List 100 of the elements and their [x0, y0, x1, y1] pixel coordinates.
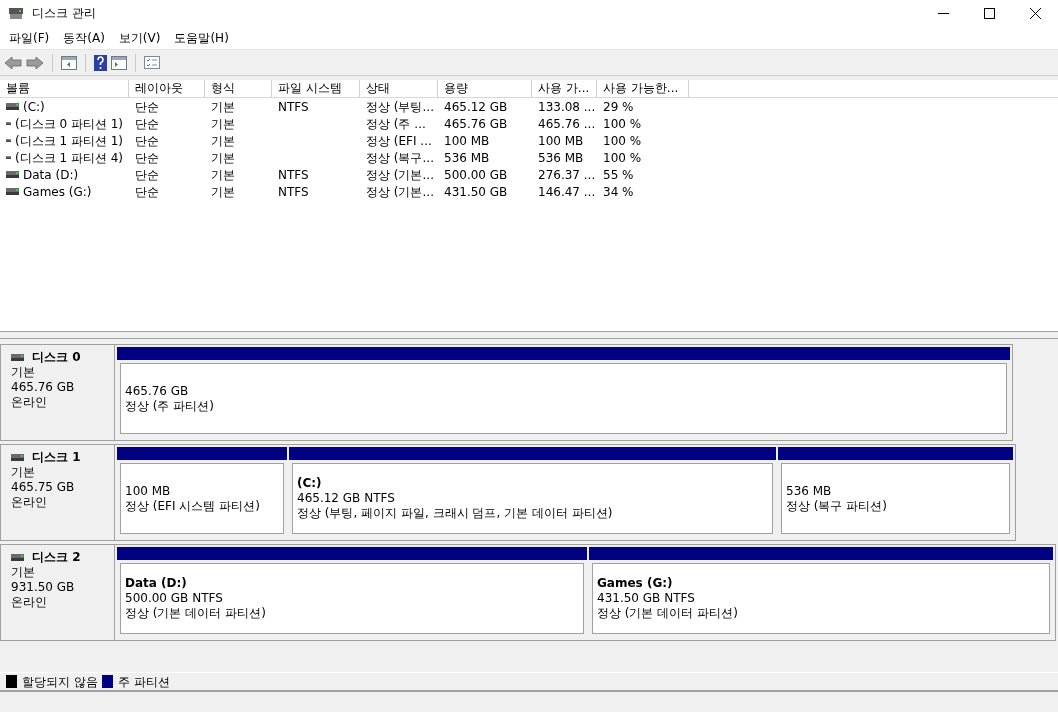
- table-cell-text: (C:): [23, 98, 45, 116]
- partition-size: 465.12 GB NTFS: [297, 491, 396, 506]
- table-cell-text: 133.08 ...: [538, 98, 596, 116]
- disk-name: 디스크 2: [32, 550, 81, 565]
- table-cell-text: 34 %: [603, 183, 634, 201]
- table-cell-text: (디스크 0 파티션 1): [14, 115, 123, 133]
- table-cell-text: 431.50 GB: [444, 183, 508, 201]
- menu-item[interactable]: 도움말(H): [169, 28, 234, 47]
- disk-size: 465.75 GB: [11, 480, 76, 495]
- partition-status: 정상 (기본 데이터 파티션): [125, 606, 267, 621]
- disk-type: 기본: [11, 365, 36, 380]
- menu-item[interactable]: 보기(V): [113, 28, 166, 47]
- table-cell-text: 기본: [211, 166, 235, 184]
- column-header[interactable]: 용량: [438, 80, 532, 97]
- table-cell-text: 정상 (기본...: [366, 166, 434, 184]
- partition-block[interactable]: (C:) 465.12 GB NTFS 정상 (부팅, 페이지 파일, 크래시 덤프, 기본 데이터 파티션): [289, 447, 776, 537]
- partition-status: 정상 (부팅, 페이지 파일, 크래시 덤프, 기본 데이터 파티션): [297, 506, 614, 521]
- table-cell-text: 55 %: [603, 166, 634, 184]
- partition-status: 정상 (EFI 시스템 파티션): [125, 498, 261, 514]
- partition-block[interactable]: 465.76 GB 정상 (주 파티션): [117, 347, 1010, 437]
- disk-name: 디스크 1: [32, 450, 81, 465]
- table-cell-text: 정상 (부팅...: [366, 98, 434, 116]
- column-header[interactable]: 볼륨: [0, 80, 129, 97]
- back-icon[interactable]: [4, 55, 22, 70]
- table-cell-text: 단순: [135, 115, 159, 133]
- panel-icon[interactable]: [61, 55, 77, 70]
- drive-icon: [6, 103, 19, 110]
- disk-label-panel[interactable]: 디스크 0 기본 465.76 GB 온라인: [0, 344, 115, 441]
- table-cell-text: 276.37 ...: [538, 166, 596, 184]
- window-title: 디스크 관리: [32, 5, 96, 22]
- table-cell-text: 100 %: [603, 132, 642, 150]
- table-cell-text: NTFS: [278, 98, 309, 116]
- maximize-icon: [983, 7, 995, 19]
- column-header[interactable]: 레이아웃: [129, 80, 205, 97]
- table-cell-text: (디스크 1 파티션 1): [14, 132, 123, 150]
- table-cell-text: 기본: [211, 98, 235, 116]
- partition-block[interactable]: Games (G:) 431.50 GB NTFS 정상 (기본 데이터 파티션): [589, 547, 1053, 637]
- table-cell-text: 100 %: [603, 115, 642, 133]
- table-cell-text: 465.76 GB: [444, 115, 508, 133]
- disk-name: 디스크 0: [32, 350, 81, 365]
- disk-app-icon: [8, 6, 24, 20]
- column-header[interactable]: 사용 가능한...: [597, 80, 689, 97]
- column-header[interactable]: 형식: [205, 80, 272, 97]
- table-cell-text: 단순: [135, 132, 159, 150]
- table-cell-text: NTFS: [278, 166, 309, 184]
- table-cell-text: NTFS: [278, 183, 309, 201]
- panel-icon[interactable]: [111, 55, 127, 70]
- disk-status: 온라인: [11, 595, 48, 610]
- disk-size: 931.50 GB: [11, 580, 76, 595]
- partition-block[interactable]: Data (D:) 500.00 GB NTFS 정상 (기본 데이터 파티션): [117, 547, 587, 637]
- table-cell-text: 465.76 ...: [538, 115, 596, 133]
- disk-type: 기본: [11, 565, 36, 580]
- menu-item[interactable]: 파일(F): [4, 28, 55, 47]
- table-cell-text: 100 MB: [444, 132, 490, 150]
- partition-size: 431.50 GB NTFS: [597, 591, 696, 606]
- table-cell-text: 정상 (복구...: [366, 149, 434, 167]
- partition-title: (C:): [297, 476, 323, 491]
- table-cell-text: 단순: [135, 149, 159, 167]
- table-cell-text: 기본: [211, 115, 235, 133]
- table-cell-text: 500.00 GB: [444, 166, 508, 184]
- table-cell-text: 100 MB: [538, 132, 584, 150]
- column-header[interactable]: 상태: [360, 80, 438, 97]
- partition-size: 465.76 GB: [125, 383, 190, 399]
- column-header[interactable]: 파일 시스템: [272, 80, 360, 97]
- table-cell-text: 기본: [211, 149, 235, 167]
- table-cell-text: 536 MB: [538, 149, 584, 167]
- partition-size: 500.00 GB NTFS: [125, 591, 224, 606]
- table-cell-text: (디스크 1 파티션 4): [14, 149, 123, 167]
- table-cell-text: 기본: [211, 183, 235, 201]
- table-cell-text: 정상 (주 ...: [366, 115, 426, 133]
- partition-status: 정상 (기본 데이터 파티션): [597, 606, 739, 621]
- legend-label: 할당되지 않음: [22, 673, 98, 691]
- disk-label-panel[interactable]: 디스크 1 기본 465.75 GB 온라인: [0, 444, 115, 541]
- table-cell-text: 465.12 GB: [444, 98, 508, 116]
- checklist-icon[interactable]: [144, 56, 160, 69]
- partition-title: Games (G:): [597, 576, 674, 591]
- partition-title: Data (D:): [125, 576, 188, 591]
- table-cell-text: 536 MB: [444, 149, 490, 167]
- table-cell-text: Games (G:): [23, 183, 92, 201]
- partition-status: 정상 (복구 파티션): [786, 498, 888, 514]
- partition-size: 100 MB: [125, 483, 172, 499]
- table-cell-text: 정상 (기본...: [366, 183, 434, 201]
- partition-block[interactable]: 536 MB 정상 (복구 파티션): [778, 447, 1013, 537]
- legend-label: 주 파티션: [117, 673, 170, 691]
- drive-icon: [6, 171, 19, 178]
- forward-icon[interactable]: [26, 55, 44, 70]
- partition-size: 536 MB: [786, 483, 833, 499]
- menu-item[interactable]: 동작(A): [58, 28, 110, 47]
- partition-status: 정상 (주 파티션): [125, 398, 215, 414]
- column-header[interactable]: 사용 가...: [532, 80, 597, 97]
- table-cell-text: 29 %: [603, 98, 634, 116]
- drive-icon: [6, 188, 19, 195]
- table-cell-text: 단순: [135, 166, 159, 184]
- help-icon[interactable]: [94, 54, 107, 71]
- disk-status: 온라인: [11, 395, 48, 410]
- table-cell-text: Data (D:): [23, 166, 79, 184]
- partition-block[interactable]: 100 MB 정상 (EFI 시스템 파티션): [117, 447, 287, 537]
- table-cell-text: 정상 (EFI ...: [366, 132, 432, 150]
- disk-label-panel[interactable]: 디스크 2 기본 931.50 GB 온라인: [0, 544, 115, 641]
- table-cell-text: 단순: [135, 98, 159, 116]
